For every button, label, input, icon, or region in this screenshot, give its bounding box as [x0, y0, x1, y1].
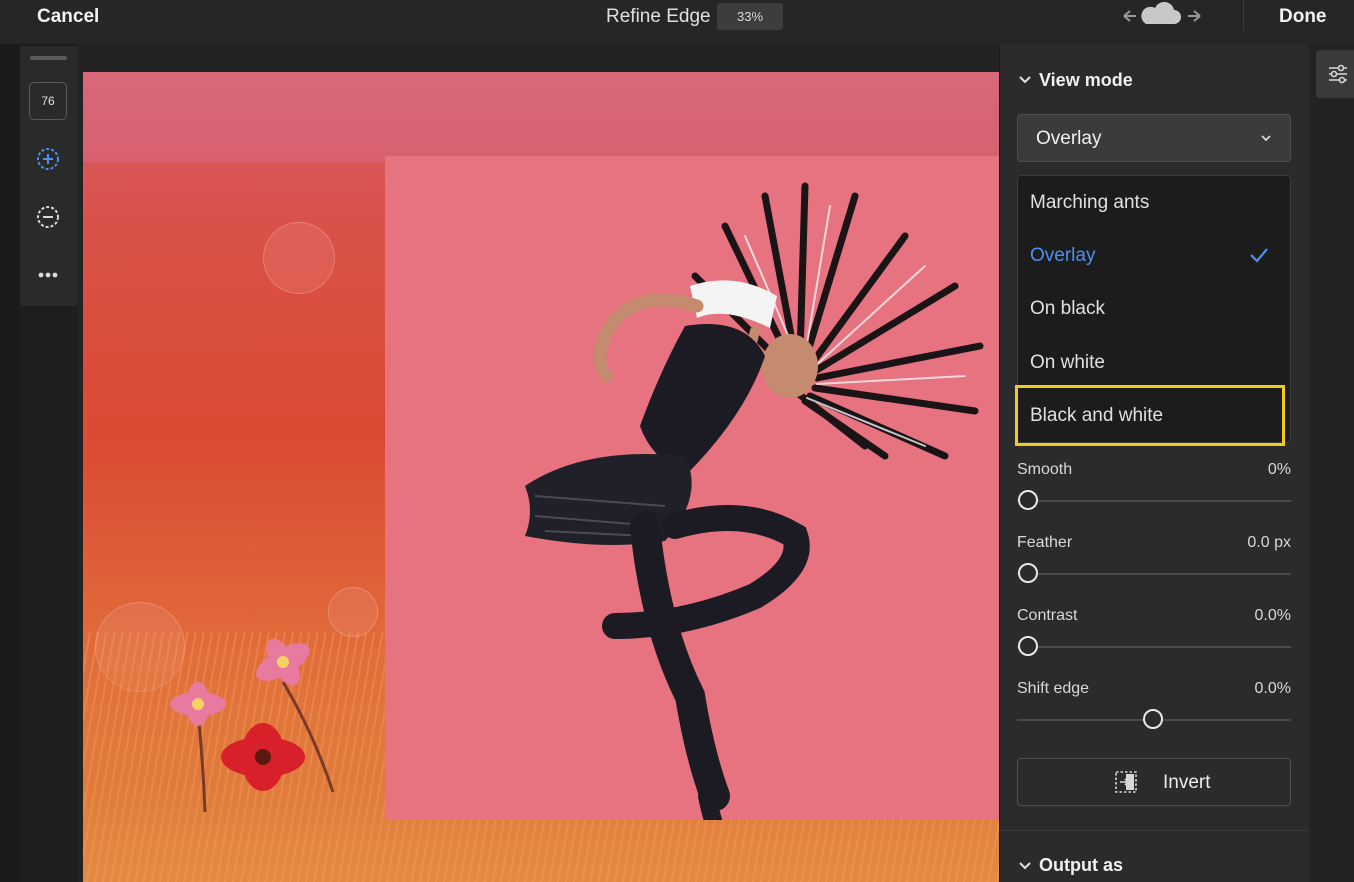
- canvas-top-band: [83, 72, 999, 162]
- brush-size-field[interactable]: 76: [29, 82, 67, 120]
- cloud-sync-icon[interactable]: [1120, 2, 1204, 30]
- menu-item-black-and-white[interactable]: Black and white: [1030, 405, 1163, 427]
- chevron-down-icon: [1261, 135, 1271, 142]
- subtract-brush-icon[interactable]: [35, 204, 61, 230]
- view-mode-menu: Marching ants Overlay On black On white …: [1017, 175, 1291, 443]
- shift-edge-value: 0.0%: [1254, 680, 1291, 697]
- dancer-figure-image: [525, 182, 984, 820]
- properties-button[interactable]: [1316, 50, 1354, 98]
- invert-button[interactable]: Invert: [1017, 758, 1291, 806]
- view-mode-dropdown[interactable]: Overlay: [1017, 114, 1291, 162]
- feather-value: 0.0 px: [1247, 534, 1291, 551]
- shift-edge-slider-thumb[interactable]: [1143, 709, 1163, 729]
- panel-divider: [999, 830, 1309, 831]
- contrast-slider-track[interactable]: [1017, 646, 1291, 648]
- view-mode-selected-value: Overlay: [1036, 128, 1102, 149]
- menu-item-on-white[interactable]: On white: [1030, 352, 1105, 374]
- output-as-heading[interactable]: Output as: [1039, 855, 1123, 876]
- top-bar: Cancel Refine Edge 33% Done: [0, 0, 1354, 44]
- add-brush-icon[interactable]: [35, 146, 61, 172]
- sliders-icon: [1329, 64, 1347, 84]
- menu-item-overlay[interactable]: Overlay: [1030, 245, 1095, 267]
- shift-edge-label: Shift edge: [1017, 680, 1090, 697]
- toolbar-drag-handle[interactable]: [30, 56, 67, 60]
- image-canvas[interactable]: [83, 72, 999, 882]
- zoom-level-badge[interactable]: 33%: [717, 3, 783, 30]
- left-edge: [0, 44, 20, 882]
- checkmark-icon: [1250, 248, 1268, 263]
- contrast-slider-thumb[interactable]: [1018, 636, 1038, 656]
- invert-label: Invert: [1163, 772, 1211, 793]
- view-mode-heading[interactable]: View mode: [1039, 70, 1133, 91]
- menu-item-marching-ants[interactable]: Marching ants: [1030, 192, 1149, 214]
- invert-icon: [1115, 771, 1137, 793]
- smooth-value: 0%: [1267, 461, 1291, 478]
- flowers-image: [170, 638, 335, 812]
- top-divider: [1243, 0, 1244, 30]
- page-title: Refine Edge: [606, 6, 711, 27]
- chevron-down-icon[interactable]: [1018, 73, 1032, 87]
- brush-toolbar: 76: [20, 46, 77, 306]
- more-icon[interactable]: [35, 262, 61, 288]
- feather-label: Feather: [1017, 534, 1073, 551]
- right-rail: [1309, 44, 1354, 882]
- menu-item-on-black[interactable]: On black: [1030, 298, 1105, 320]
- smooth-slider-thumb[interactable]: [1018, 490, 1038, 510]
- done-button[interactable]: Done: [1279, 6, 1327, 28]
- contrast-label: Contrast: [1017, 607, 1078, 624]
- chevron-down-icon[interactable]: [1018, 859, 1032, 873]
- dancer-photo-overlay: [385, 156, 999, 820]
- contrast-value: 0.0%: [1254, 607, 1291, 624]
- smooth-label: Smooth: [1017, 461, 1073, 478]
- feather-slider-track[interactable]: [1017, 573, 1291, 575]
- bokeh-light: [263, 222, 335, 294]
- feather-slider-thumb[interactable]: [1018, 563, 1038, 583]
- cancel-button[interactable]: Cancel: [37, 6, 99, 28]
- smooth-slider-track[interactable]: [1017, 500, 1291, 502]
